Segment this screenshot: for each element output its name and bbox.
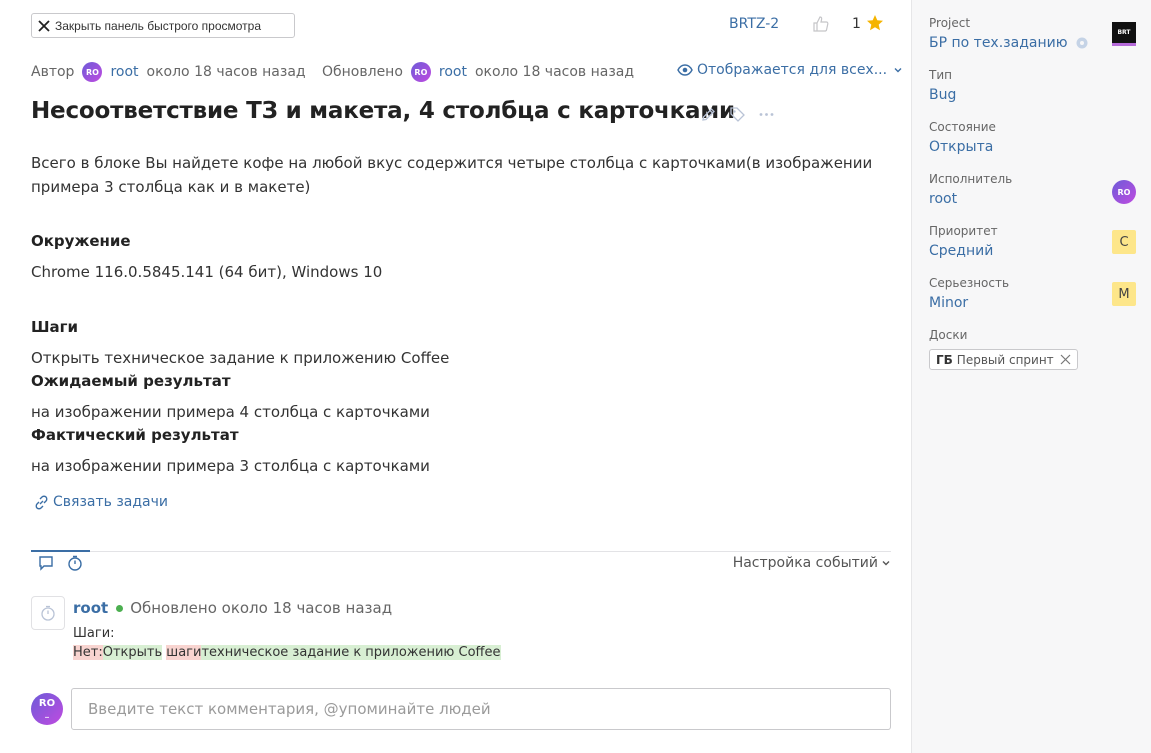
comment-input[interactable] (71, 688, 891, 730)
events-settings-dropdown[interactable]: Настройка событий (733, 555, 891, 571)
boards-label: Доски (929, 328, 968, 342)
comment-icon[interactable] (38, 555, 54, 571)
issue-title: Несоответствие ТЗ и макета, 4 столбца с … (31, 98, 735, 124)
chevron-down-icon (894, 68, 902, 73)
updated-label: Обновлено (322, 64, 403, 80)
assignee-value[interactable]: root (929, 191, 957, 207)
events-settings-label: Настройка событий (732, 555, 878, 571)
thumbs-up-icon[interactable] (812, 15, 830, 33)
board-tag[interactable]: ГБ Первый спринт (929, 349, 1078, 370)
history-icon[interactable] (67, 555, 83, 571)
title-actions (700, 106, 775, 123)
expected-text: на изображении примера 4 столбца с карто… (31, 403, 430, 421)
actual-heading: Фактический результат (31, 426, 239, 444)
chevron-down-icon (882, 561, 890, 566)
star-icon[interactable] (866, 14, 884, 32)
diff-inserted: техническое задание к приложению Coffee (201, 645, 501, 660)
board-name: Первый спринт (956, 352, 1054, 367)
severity-value[interactable]: Minor (929, 295, 968, 311)
close-icon (38, 19, 50, 32)
activity-tabs-divider (31, 551, 891, 552)
environment-heading: Окружение (31, 232, 131, 250)
state-value[interactable]: Открыта (929, 139, 993, 155)
gear-icon (1076, 37, 1087, 49)
event-diff: Нет:Открыть шагитехническое задание к пр… (73, 645, 501, 660)
priority-label: Приоритет (929, 224, 998, 238)
link-tasks-label: Связать задачи (53, 494, 168, 510)
type-label: Тип (929, 68, 952, 82)
pencil-icon[interactable] (700, 106, 717, 123)
active-tab-indicator (31, 550, 90, 552)
event-field-name: Шаги: (73, 626, 115, 641)
author-name-link[interactable]: root (110, 64, 138, 80)
event-type-icon-box (31, 596, 65, 630)
diff-deleted: шаги (166, 645, 202, 660)
type-value[interactable]: Bug (929, 87, 956, 103)
favorites-count: 1 (852, 16, 861, 32)
actual-text: на изображении примера 3 столбца с карто… (31, 457, 430, 475)
updated-time: около 18 часов назад (474, 64, 635, 80)
event-header: root Обновлено около 18 часов назад (73, 599, 392, 617)
steps-heading: Шаги (31, 318, 78, 336)
issue-description: Всего в блоке Вы найдете кофе на любой в… (31, 154, 873, 196)
issue-panel: Закрыть панель быстрого просмотра BRTZ-2… (0, 0, 911, 753)
close-quick-view-button[interactable]: Закрыть панель быстрого просмотра (31, 13, 295, 38)
project-field[interactable]: БР по тех.заданию (929, 35, 1089, 51)
author-time: около 18 часов назад (146, 64, 306, 80)
avatar[interactable]: RO (410, 62, 431, 82)
expected-heading: Ожидаемый результат (31, 372, 231, 390)
visibility-dropdown[interactable]: Отображается для всех... (677, 62, 907, 78)
project-logo: BRT (1112, 22, 1136, 46)
avatar[interactable]: RO (82, 62, 103, 82)
visibility-label: Отображается для всех... (697, 62, 888, 78)
avatar: RO (1112, 180, 1136, 204)
tag-icon[interactable] (729, 106, 746, 123)
more-icon[interactable] (758, 106, 775, 123)
priority-value[interactable]: Средний (929, 243, 993, 259)
updated-name-link[interactable]: root (439, 64, 467, 80)
project-value: БР по тех.заданию (929, 35, 1068, 51)
issue-fields-sidebar: Project БР по тех.заданию BRT Тип Bug Со… (911, 0, 1151, 753)
event-text: Обновлено около 18 часов назад (130, 599, 393, 617)
severity-label: Серьезность (929, 276, 1010, 290)
remove-icon[interactable] (1060, 354, 1071, 365)
issue-key-link[interactable]: BRTZ-2 (729, 16, 779, 32)
priority-badge: C (1112, 230, 1136, 254)
assignee-label: Исполнитель (929, 172, 1013, 186)
updated-meta: Обновлено RO root около 18 часов назад (322, 62, 634, 82)
board-code: ГБ (936, 352, 953, 367)
close-quick-view-label: Закрыть панель быстрого просмотра (55, 18, 262, 33)
online-status-dot (116, 604, 124, 612)
severity-badge: M (1112, 282, 1136, 306)
environment-text: Chrome 116.0.5845.141 (64 бит), Windows … (31, 263, 383, 281)
link-tasks-button[interactable]: Связать задачи (34, 494, 168, 510)
diff-deleted: Нет: (73, 645, 103, 660)
author-label: Автор (31, 64, 75, 80)
state-label: Состояние (929, 120, 996, 134)
avatar-initials: RO (38, 698, 56, 709)
link-icon (35, 495, 48, 509)
author-meta: Автор RO root около 18 часов назад (31, 62, 306, 82)
avatar[interactable]: RO _ (31, 693, 63, 725)
diff-inserted: Открыть (102, 645, 163, 660)
history-icon (41, 605, 55, 621)
project-label: Project (929, 16, 971, 30)
eye-icon (677, 64, 693, 76)
steps-text: Открыть техническое задание к приложению… (31, 349, 450, 367)
event-user-link[interactable]: root (73, 599, 108, 617)
